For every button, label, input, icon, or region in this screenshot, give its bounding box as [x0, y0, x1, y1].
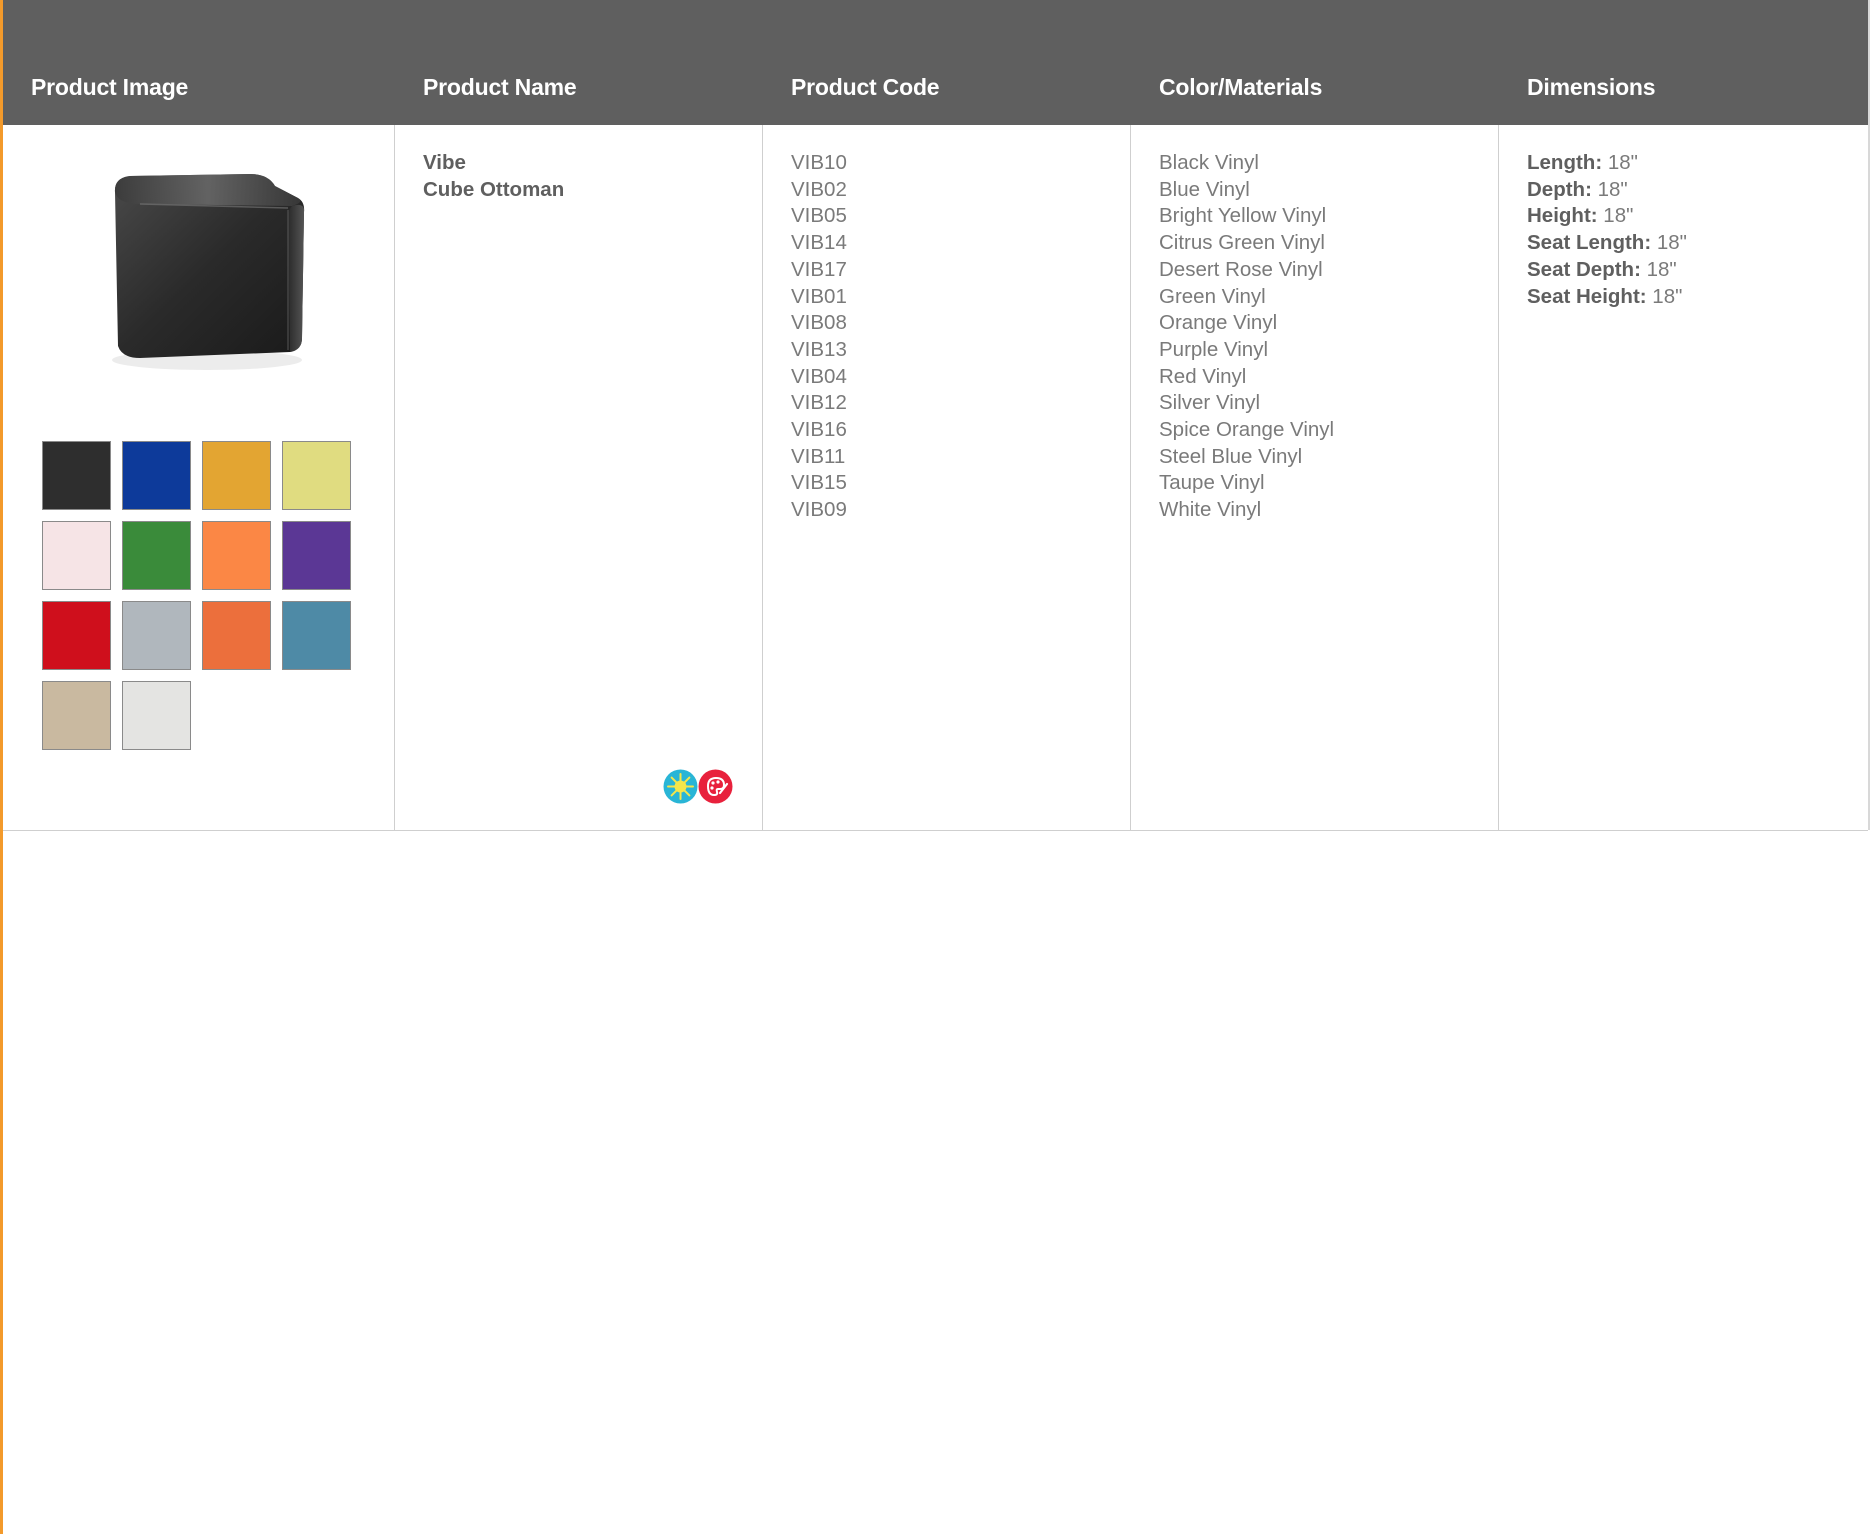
product-code: VIB12	[791, 391, 847, 415]
product-code: VIB14	[791, 231, 847, 255]
header-product-image: Product Image	[31, 74, 189, 100]
color-material: Purple Vinyl	[1159, 337, 1269, 361]
dimension-seat-length: Seat Length: 18"	[1527, 230, 1868, 257]
color-material: Red Vinyl	[1159, 364, 1247, 388]
table-header-row: Product Image Product Name Product Code …	[3, 0, 1868, 125]
color-material: Green Vinyl	[1159, 284, 1266, 308]
dimension-value: 18"	[1597, 204, 1634, 228]
product-name-line1: Vibe	[423, 151, 466, 174]
dimension-length: Length: 18"	[1527, 150, 1868, 177]
product-name-cell: Vibe Cube Ottoman	[395, 125, 763, 830]
color-swatch-grid	[42, 441, 351, 750]
dimension-label: Depth:	[1527, 177, 1592, 201]
swatch-green	[122, 521, 191, 590]
product-code-cell: VIB10 VIB02 VIB05 VIB14 VIB17 VIB01 VIB0…	[763, 125, 1131, 830]
product-code: VIB09	[791, 498, 847, 522]
color-material: Citrus Green Vinyl	[1159, 231, 1325, 255]
color-material: Orange Vinyl	[1159, 311, 1278, 335]
swatch-red	[42, 601, 111, 670]
palette-icon	[698, 769, 733, 804]
color-materials-cell: Black Vinyl Blue Vinyl Bright Yellow Vin…	[1131, 125, 1499, 830]
product-code: VIB11	[791, 444, 846, 468]
dimension-seat-depth: Seat Depth: 18"	[1527, 257, 1868, 284]
header-color-materials: Color/Materials	[1159, 74, 1323, 100]
swatch-blue	[122, 441, 191, 510]
color-material: Desert Rose Vinyl	[1159, 257, 1323, 281]
dimension-depth: Depth: 18"	[1527, 177, 1868, 204]
product-name-line2: Cube Ottoman	[423, 177, 565, 201]
dimension-label: Length:	[1527, 151, 1603, 174]
header-dimensions: Dimensions	[1527, 74, 1656, 100]
color-material: Bright Yellow Vinyl	[1159, 204, 1327, 228]
dimension-value: 18"	[1591, 177, 1628, 201]
product-code: VIB15	[791, 471, 847, 495]
dimension-label: Seat Length:	[1527, 231, 1652, 255]
product-code: VIB08	[791, 311, 847, 335]
dimensions-cell: Length: 18" Depth: 18" Height: 18" Seat …	[1499, 125, 1868, 830]
swatch-purple	[282, 521, 351, 590]
color-material: Steel Blue Vinyl	[1159, 444, 1303, 468]
dimension-label: Seat Height:	[1527, 284, 1647, 308]
color-material: White Vinyl	[1159, 498, 1262, 522]
swatch-black	[42, 441, 111, 510]
swatch-steel-blue	[282, 601, 351, 670]
feature-badges	[663, 769, 733, 804]
dimension-seat-height: Seat Height: 18"	[1527, 284, 1868, 311]
swatch-spice-orange	[202, 601, 271, 670]
color-material: Black Vinyl	[1159, 151, 1259, 174]
sun-icon	[663, 769, 698, 804]
color-material: Taupe Vinyl	[1159, 471, 1265, 495]
swatch-citrus-green	[282, 441, 351, 510]
cube-ottoman-image	[100, 160, 315, 380]
dimension-value: 18"	[1646, 284, 1683, 308]
product-code: VIB01	[791, 284, 847, 308]
product-code: VIB17	[791, 257, 847, 281]
product-code: VIB05	[791, 204, 847, 228]
dimension-label: Height:	[1527, 204, 1598, 228]
dimension-value: 18"	[1640, 257, 1677, 281]
swatch-bright-yellow	[202, 441, 271, 510]
color-material: Silver Vinyl	[1159, 391, 1261, 415]
product-code: VIB13	[791, 337, 847, 361]
header-product-code: Product Code	[791, 74, 940, 100]
color-material: Spice Orange Vinyl	[1159, 418, 1335, 442]
header-product-name: Product Name	[423, 74, 577, 100]
dimension-value: 18"	[1651, 231, 1687, 255]
swatch-desert-rose	[42, 521, 111, 590]
dimension-value: 18"	[1602, 151, 1638, 174]
dimension-label: Seat Depth:	[1527, 257, 1641, 281]
product-code: VIB10	[791, 151, 847, 174]
dimension-height: Height: 18"	[1527, 203, 1868, 230]
color-material: Blue Vinyl	[1159, 177, 1250, 201]
product-code: VIB02	[791, 177, 847, 201]
swatch-orange	[202, 521, 271, 590]
swatch-white	[122, 681, 191, 750]
swatch-taupe	[42, 681, 111, 750]
swatch-silver	[122, 601, 191, 670]
product-code: VIB16	[791, 418, 847, 442]
product-code: VIB04	[791, 364, 847, 388]
